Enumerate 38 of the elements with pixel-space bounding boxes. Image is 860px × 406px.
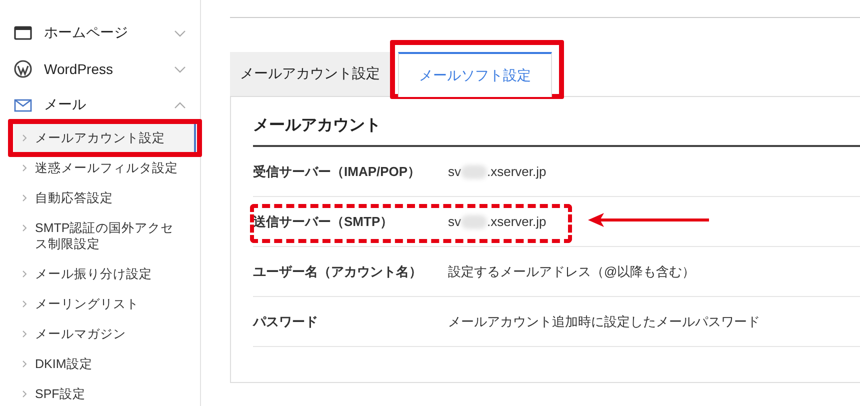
sidebar-item[interactable]: DKIM設定 (14, 349, 196, 379)
chevron-right-icon (22, 134, 27, 142)
chevron-right-icon (22, 194, 27, 202)
chevron-right-icon (22, 300, 27, 308)
chevron-right-icon (22, 164, 27, 172)
sidebar-group[interactable]: WordPress (0, 51, 200, 87)
chevron-down-icon (174, 66, 186, 72)
tab[interactable]: メールソフト設定 (398, 52, 552, 97)
chevron-right-icon (22, 270, 27, 278)
section-heading: メールアカウント (253, 115, 860, 147)
sidebar-item[interactable]: メーリングリスト (14, 289, 196, 319)
row-value: sv .xserver.jp (448, 164, 546, 179)
sidebar-item[interactable]: メールマガジン (14, 319, 196, 349)
sidebar-item[interactable]: 迷惑メールフィルタ設定 (14, 153, 196, 183)
wordpress-icon (14, 60, 32, 78)
chevron-down-icon (174, 30, 186, 36)
sidebar-item[interactable]: SPF設定 (14, 379, 196, 406)
sidebar-group[interactable]: ホームページ (0, 15, 200, 51)
row-value: sv .xserver.jp (448, 214, 546, 229)
mail-icon (14, 98, 32, 112)
tab[interactable]: メールアカウント設定 (230, 52, 390, 96)
chevron-right-icon (22, 330, 27, 338)
window-icon (14, 26, 32, 40)
sidebar-item[interactable]: SMTP認証の国外アクセス制限設定 (14, 213, 196, 259)
chevron-right-icon (22, 390, 27, 398)
sidebar-item[interactable]: メールアカウント設定 (14, 123, 196, 153)
chevron-up-icon (174, 102, 186, 108)
row-value: メールアカウント追加時に設定したメールパスワード (448, 312, 760, 330)
row-label: パスワード (253, 312, 319, 330)
row-label: 受信サーバー（IMAP/POP） (253, 162, 422, 180)
chevron-right-icon (22, 224, 27, 232)
sidebar-item[interactable]: 自動応答設定 (14, 183, 196, 213)
chevron-right-icon (22, 360, 27, 368)
row-label: 送信サーバー（SMTP） (253, 212, 394, 230)
sidebar-group[interactable]: メール (0, 87, 200, 123)
sidebar-item[interactable]: メール振り分け設定 (14, 259, 196, 289)
row-value: 設定するメールアドレス（@以降も含む） (448, 262, 696, 280)
row-label: ユーザー名（アカウント名） (253, 262, 423, 280)
